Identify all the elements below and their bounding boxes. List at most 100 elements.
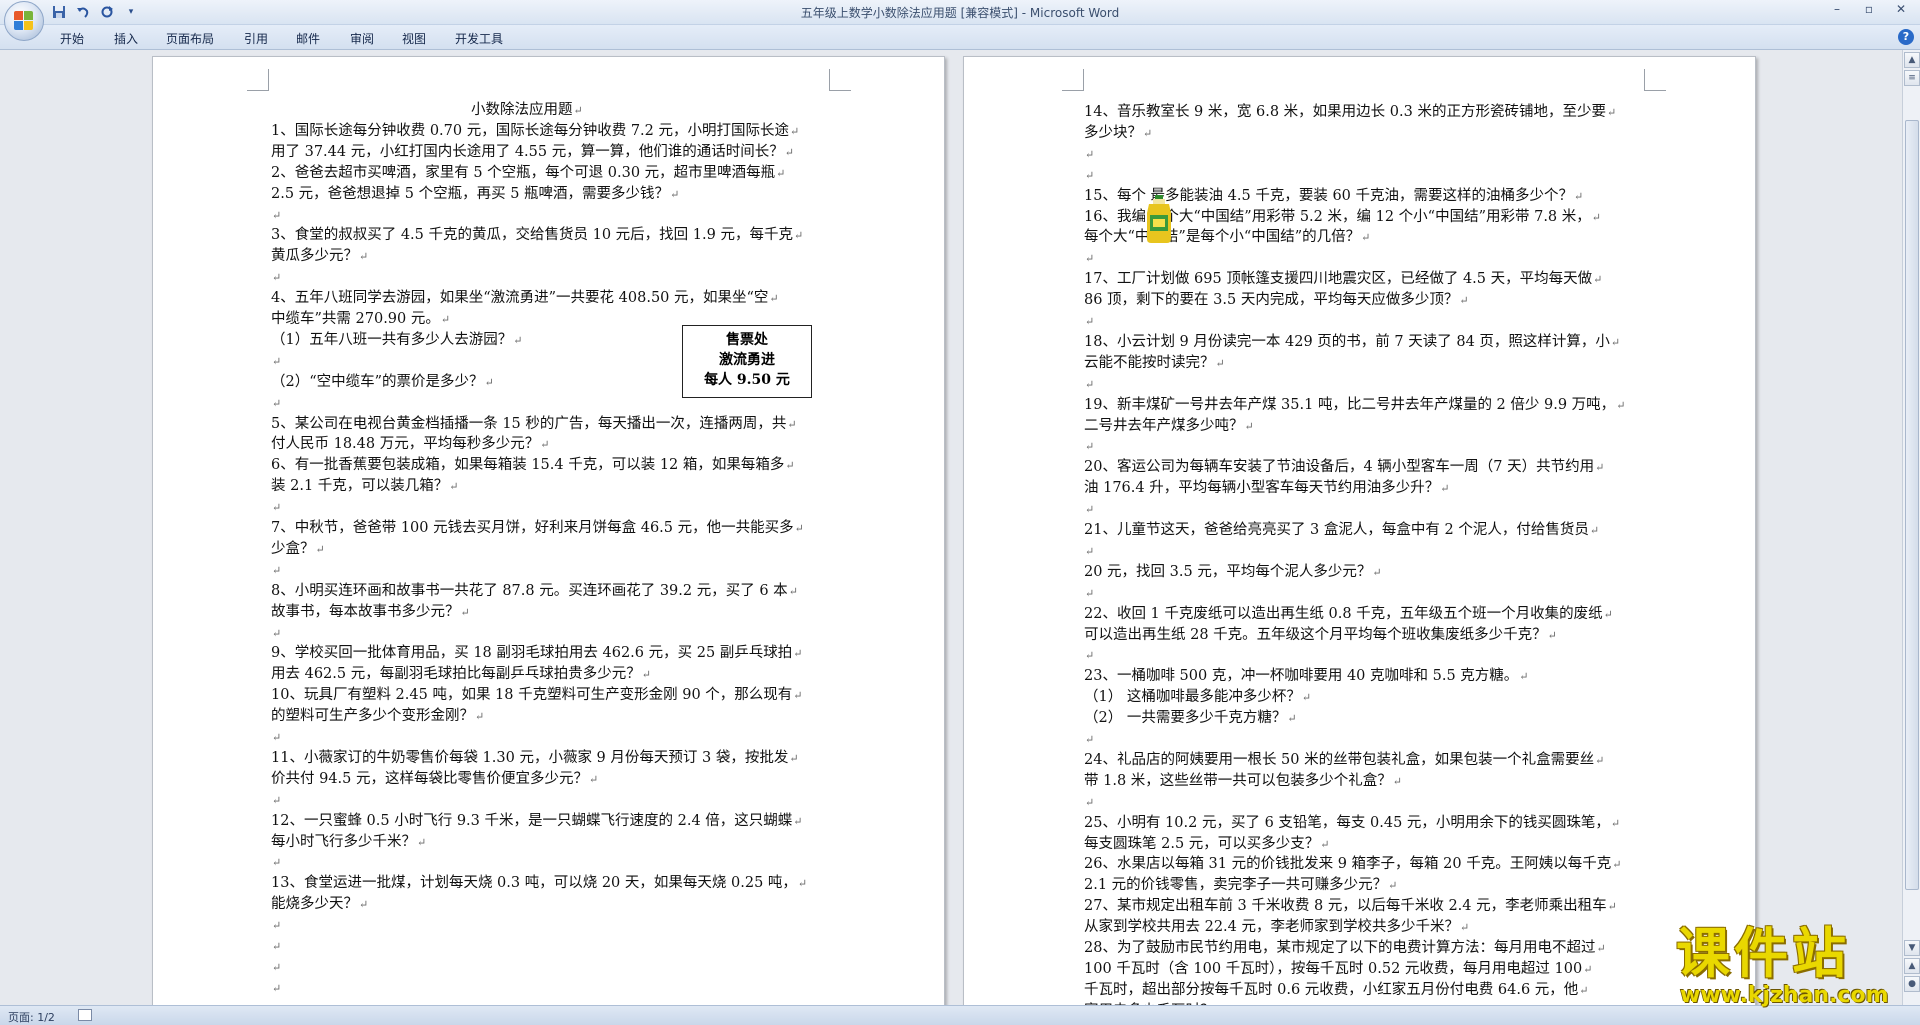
document-line[interactable]: 1、国际长途每分钟收费 0.70 元，国际长途每分钟收费 7.2 元，小明打国际… xyxy=(271,122,799,140)
document-line[interactable]: 3、食堂的叔叔买了 4.5 千克的黄瓜，交给售货员 10 元后，找回 1.9 元… xyxy=(271,226,803,244)
document-line[interactable]: 27、某市规定出租车前 3 千米收费 8 元，以后每千米收 2.4 元，李老师乘… xyxy=(1084,897,1617,915)
document-line[interactable]: 小数除法应用题↵ xyxy=(471,101,583,119)
document-line[interactable]: 可以造出再生纸 28 千克。五年级这个月平均每个班收集废纸多少千克？↵ xyxy=(1084,626,1557,644)
ruler-toggle-icon[interactable]: ≡ xyxy=(1904,70,1920,86)
document-line[interactable]: 装 2.1 千克，可以装几箱？↵ xyxy=(271,477,459,495)
document-line[interactable]: 从家到学校共用去 22.4 元，李老师家到学校共多少千米？↵ xyxy=(1084,918,1469,936)
tab-page-layout[interactable]: 页面布局 xyxy=(166,30,214,47)
document-line[interactable]: 中缆车”共需 270.90 元。↵ xyxy=(271,310,450,328)
vertical-scrollbar[interactable]: ▲ ≡ ▼ ▲ ● xyxy=(1902,50,1920,1005)
document-line[interactable]: （1） 这桶咖啡最多能冲多少杯？↵ xyxy=(1084,688,1311,706)
document-line[interactable]: ↵ xyxy=(1084,166,1094,184)
tab-references[interactable]: 引用 xyxy=(244,30,268,47)
document-line[interactable]: 21、儿童节这天，爸爸给亮亮买了 3 盒泥人，每盒中有 2 个泥人，付给售货员↵ xyxy=(1084,521,1599,539)
document-line[interactable]: ↵ xyxy=(271,624,281,642)
document-line[interactable]: 油 176.4 升，平均每辆小型客车每天节约用油多少升？↵ xyxy=(1084,479,1449,497)
document-line[interactable]: 19、新丰煤矿一号井去年产煤 35.1 吨，比二号井去年产煤量的 2 倍少 9.… xyxy=(1084,396,1625,414)
document-line[interactable]: 18、小云计划 9 月份读完一本 429 页的书，前 7 天读了 84 页，照这… xyxy=(1084,333,1620,351)
document-line[interactable]: ↵ xyxy=(1084,249,1094,267)
previous-page-icon[interactable]: ▲ xyxy=(1904,958,1920,974)
document-area[interactable]: 小数除法应用题↵ 1、国际长途每分钟收费 0.70 元，国际长途每分钟收费 7.2… xyxy=(0,50,1902,1005)
document-line[interactable]: 20 元，找回 3.5 元，平均每个泥人多少元？↵ xyxy=(1084,563,1382,581)
document-line[interactable]: ↵ xyxy=(1084,730,1094,748)
scroll-thumb[interactable] xyxy=(1905,120,1919,890)
document-line[interactable]: ↵ xyxy=(1084,437,1094,455)
document-line[interactable]: 9、学校买回一批体育用品，买 18 副羽毛球拍用去 462.6 元，买 25 副… xyxy=(271,644,803,662)
document-line[interactable]: 11、小薇家订的牛奶零售价每袋 1.30 元，小薇家 9 月份每天预订 3 袋，… xyxy=(271,749,799,767)
scroll-down-icon[interactable]: ▼ xyxy=(1904,940,1920,956)
document-line[interactable]: ↵ xyxy=(271,853,281,871)
document-line[interactable]: 28、为了鼓励市民节约用电，某市规定了以下的电费计算方法：每月用电不超过↵ xyxy=(1084,939,1606,957)
tab-review[interactable]: 审阅 xyxy=(350,30,374,47)
document-line[interactable]: 黄瓜多少元？↵ xyxy=(271,247,368,265)
document-line[interactable]: ↵ xyxy=(271,791,281,809)
proofing-icon[interactable] xyxy=(78,1009,92,1021)
page-2[interactable]: 14、音乐教室长 9 米，宽 6.8 米，如果用边长 0.3 米的正方形瓷砖铺地… xyxy=(963,56,1756,1005)
document-line[interactable]: （1）五年八班一共有多少人去游园？↵ xyxy=(271,331,522,349)
document-line[interactable]: 2.5 元，爸爸想退掉 5 个空瓶，再买 5 瓶啤酒，需要多少钱？↵ xyxy=(271,185,679,203)
document-line[interactable]: ↵ xyxy=(1084,312,1094,330)
document-line[interactable]: 每个大“中国结”是每个小“中国结”的几倍？↵ xyxy=(1084,228,1370,246)
document-line[interactable]: 2、爸爸去超市买啤酒，家里有 5 个空瓶，每个可退 0.30 元，超市里啤酒每瓶… xyxy=(271,164,785,182)
document-line[interactable]: 故事书，每本故事书多少元？↵ xyxy=(271,603,470,621)
document-line[interactable]: 8、小明买连环画和故事书一共花了 87.8 元。买连环画花了 39.2 元，买了… xyxy=(271,582,798,600)
page-count-status[interactable]: 页面: 1/2 xyxy=(8,1009,55,1025)
document-line[interactable]: ↵ xyxy=(271,352,281,370)
document-line[interactable]: 少盒？↵ xyxy=(271,540,325,558)
document-line[interactable]: ↵ xyxy=(271,561,281,579)
document-line[interactable]: 千瓦时，超出部分按每千瓦时 0.6 元收费，小红家五月份付电费 64.6 元，他… xyxy=(1084,981,1589,999)
document-line[interactable]: ↵ xyxy=(1084,646,1094,664)
minimize-button[interactable]: – xyxy=(1826,2,1848,20)
tab-view[interactable]: 视图 xyxy=(402,30,426,47)
document-line[interactable]: ↵ xyxy=(271,498,281,516)
document-line[interactable]: 20、客运公司为每辆车安装了节油设备后，4 辆小型客车一周（7 天）共节约用↵ xyxy=(1084,458,1604,476)
document-line[interactable]: 2.1 元的价钱零售，卖完李子一共可赚多少元？↵ xyxy=(1084,876,1397,894)
document-line[interactable]: 25、小明有 10.2 元，买了 6 支铅笔，每支 0.45 元，小明用余下的钱… xyxy=(1084,814,1620,832)
document-line[interactable]: ↵ xyxy=(1084,542,1094,560)
document-line[interactable]: 5、某公司在电视台黄金档插播一条 15 秒的广告，每天播出一次，连播两周，共↵ xyxy=(271,415,797,433)
maximize-button[interactable]: ▫ xyxy=(1858,2,1880,20)
select-browse-object-icon[interactable]: ● xyxy=(1904,976,1920,992)
page-1[interactable]: 小数除法应用题↵ 1、国际长途每分钟收费 0.70 元，国际长途每分钟收费 7.2… xyxy=(152,56,945,1005)
scroll-up-icon[interactable]: ▲ xyxy=(1904,52,1920,68)
document-line[interactable]: ↵ xyxy=(271,916,281,934)
document-line[interactable]: 能烧多少天？↵ xyxy=(271,895,368,913)
document-line[interactable]: ↵ xyxy=(271,268,281,286)
document-line[interactable]: ↵ xyxy=(271,958,281,976)
document-line[interactable]: ↵ xyxy=(271,979,281,997)
document-line[interactable]: 22、收回 1 千克废纸可以造出再生纸 0.8 千克，五年级五个班一个月收集的废… xyxy=(1084,605,1613,623)
document-line[interactable]: 26、水果店以每箱 31 元的价钱批发来 9 箱李子，每箱 20 千克。王阿姨以… xyxy=(1084,855,1621,873)
document-line[interactable]: 7、中秋节，爸爸带 100 元钱去买月饼，好利来月饼每盒 46.5 元，他一共能… xyxy=(271,519,804,537)
document-line[interactable]: ↵ xyxy=(271,394,281,412)
document-line[interactable]: 用去 462.5 元，每副羽毛球拍比每副乒乓球拍贵多少元？↵ xyxy=(271,665,651,683)
document-line[interactable]: 17、工厂计划做 695 顶帐篷支援四川地震灾区，已经做了 4.5 天，平均每天… xyxy=(1084,270,1602,288)
document-line[interactable]: 的塑料可生产多少个变形金刚？↵ xyxy=(271,707,484,725)
document-line[interactable]: 23、一桶咖啡 500 克，冲一杯咖啡要用 40 克咖啡和 5.5 克方糖。↵ xyxy=(1084,667,1529,685)
document-line[interactable]: 每支圆珠笔 2.5 元，可以买多少支？↵ xyxy=(1084,835,1330,853)
document-line[interactable]: 13、食堂运进一批煤，计划每天烧 0.3 吨，可以烧 20 天，如果每天烧 0.… xyxy=(271,874,807,892)
document-line[interactable]: ↵ xyxy=(1084,793,1094,811)
document-line[interactable]: ↵ xyxy=(271,728,281,746)
tab-insert[interactable]: 插入 xyxy=(114,30,138,47)
document-line[interactable]: 多少块？↵ xyxy=(1084,124,1152,142)
document-line[interactable]: 6、有一批香蕉要包装成箱，如果每箱装 15.4 千克，可以装 12 箱，如果每箱… xyxy=(271,456,795,474)
document-line[interactable]: ↵ xyxy=(1084,375,1094,393)
document-line[interactable]: 10、玩具厂有塑料 2.45 吨，如果 18 千克塑料可生产变形金刚 90 个，… xyxy=(271,686,803,704)
tab-developer[interactable]: 开发工具 xyxy=(455,30,503,47)
document-line[interactable]: 4、五年八班同学去游园，如果坐“激流勇进”一共要花 408.50 元，如果坐“空… xyxy=(271,289,779,307)
tab-home[interactable]: 开始 xyxy=(60,30,84,47)
document-line[interactable]: ↵ xyxy=(1084,500,1094,518)
document-line[interactable]: 带 1.8 米，这些丝带一共可以包装多少个礼盒？↵ xyxy=(1084,772,1402,790)
document-line[interactable]: 86 顶，剩下的要在 3.5 天内完成，平均每天应做多少顶？↵ xyxy=(1084,291,1469,309)
document-line[interactable]: （2） 一共需要多少千克方糖？↵ xyxy=(1084,709,1297,727)
document-line[interactable]: ↵ xyxy=(1084,145,1094,163)
document-line[interactable]: 用了 37.44 元，小红打国内长途用了 4.55 元，算一算，他们谁的通话时间… xyxy=(271,143,794,161)
office-button[interactable] xyxy=(4,1,44,41)
document-line[interactable]: ↵ xyxy=(271,206,281,224)
close-button[interactable]: ✕ xyxy=(1890,2,1912,20)
document-line[interactable]: （2）“空中缆车”的票价是多少？↵ xyxy=(271,373,494,391)
document-line[interactable]: 云能不能按时读完？↵ xyxy=(1084,354,1225,372)
document-line[interactable]: 每小时飞行多少千米？↵ xyxy=(271,833,426,851)
document-line[interactable]: 12、一只蜜蜂 0.5 小时飞行 9.3 千米，是一只蝴蝶飞行速度的 2.4 倍… xyxy=(271,812,803,830)
document-line[interactable]: 100 千瓦时（含 100 千瓦时），按每千瓦时 0.52 元收费，每月用电超过… xyxy=(1084,960,1592,978)
